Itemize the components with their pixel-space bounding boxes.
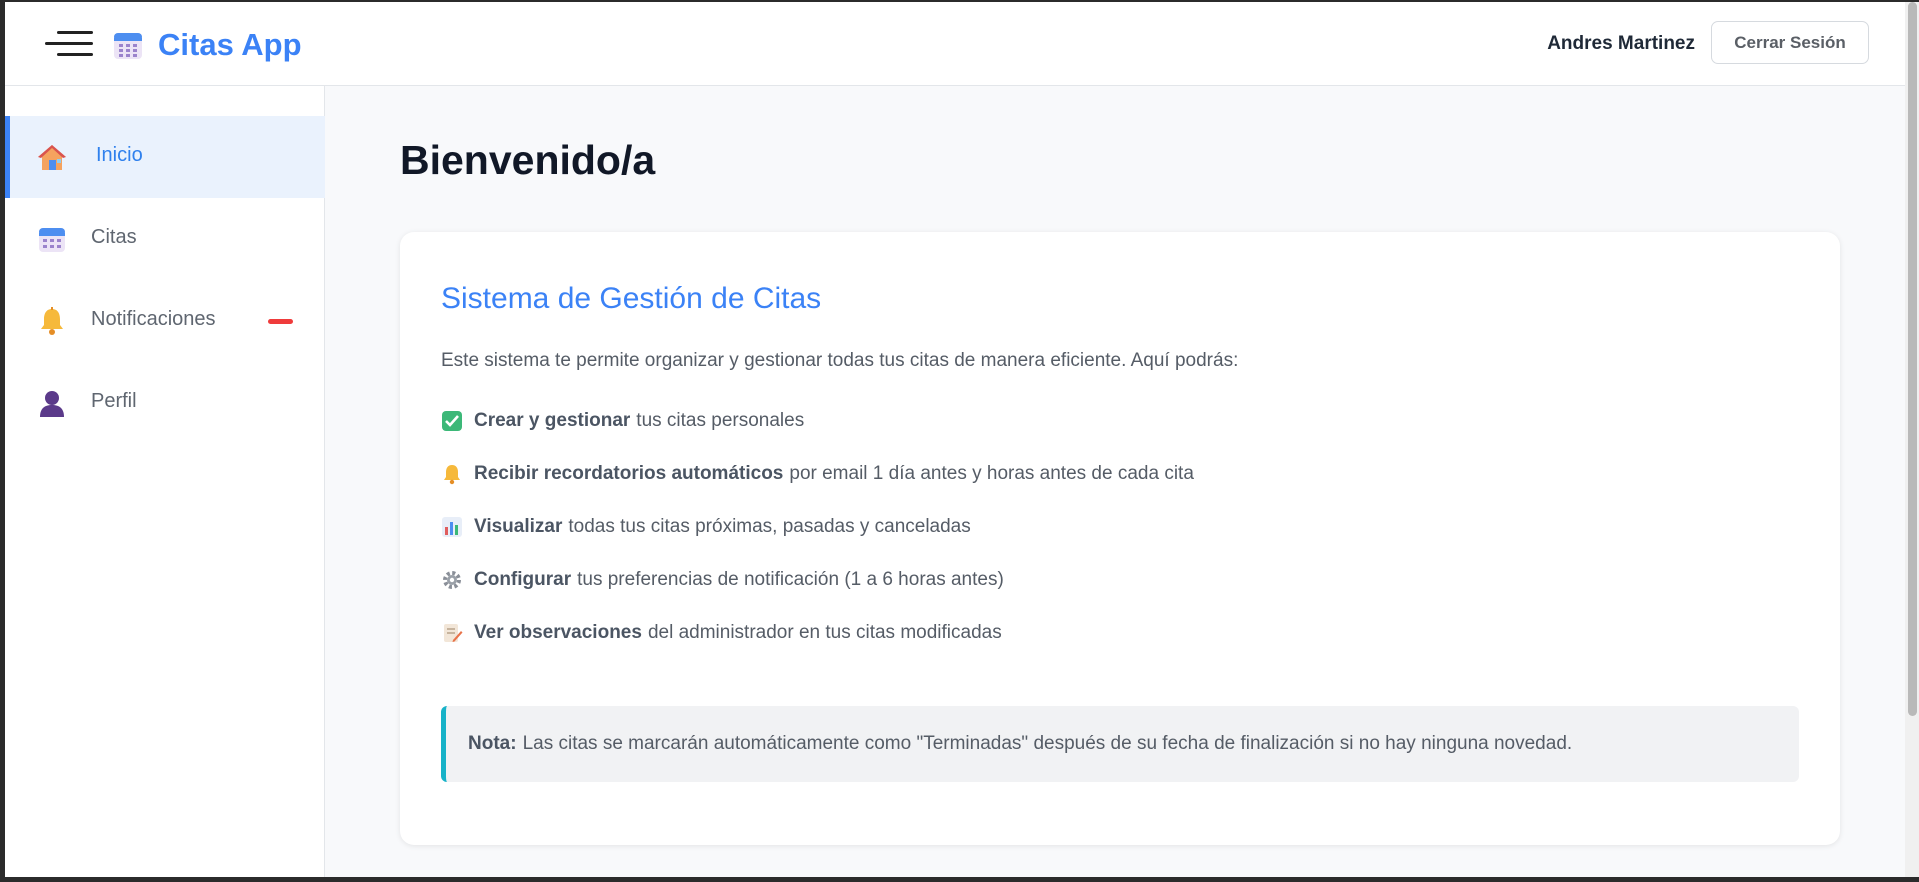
calendar-icon <box>39 228 65 252</box>
feature-item: Crear y gestionar tus citas personales <box>441 410 804 432</box>
sidebar-item-label: Perfil <box>91 390 137 412</box>
sidebar-item-notificaciones[interactable]: Notificaciones <box>5 280 325 362</box>
top-bar: Citas App Andres Martinez Cerrar Sesión <box>5 2 1905 86</box>
scrollbar[interactable] <box>1905 2 1919 877</box>
feature-item: Ver observaciones del administrador en t… <box>441 622 1002 644</box>
brand[interactable]: Citas App <box>112 27 302 63</box>
note-box: Nota: Las citas se marcarán automáticame… <box>441 706 1799 782</box>
feature-item: Configurar tus preferencias de notificac… <box>441 569 1004 591</box>
main-content: Bienvenido/a Sistema de Gestión de Citas… <box>325 86 1905 877</box>
menu-toggle-icon[interactable] <box>45 31 93 57</box>
app-title: Citas App <box>158 27 302 62</box>
sidebar-item-label: Inicio <box>96 144 143 166</box>
feature-text: tus citas personales <box>636 410 805 431</box>
app-window: Citas App Andres Martinez Cerrar Sesión … <box>0 0 1919 882</box>
page-title: Bienvenido/a <box>400 137 656 183</box>
bell-icon <box>444 465 460 485</box>
feature-bold: Recibir recordatorios automáticos <box>474 463 784 484</box>
feature-bold: Ver observaciones <box>474 622 642 643</box>
feature-item: Visualizar todas tus citas próximas, pas… <box>441 516 971 538</box>
memo-icon <box>444 624 463 642</box>
feature-text: todas tus citas próximas, pasadas y canc… <box>568 516 971 537</box>
feature-bold: Configurar <box>474 569 572 590</box>
note-label: Nota: <box>468 733 517 754</box>
feature-item: Recibir recordatorios automáticos por em… <box>441 463 1194 485</box>
feature-text: por email 1 día antes y horas antes de c… <box>789 463 1194 484</box>
feature-bold: Crear y gestionar <box>474 410 631 431</box>
info-card: Sistema de Gestión de Citas Este sistema… <box>400 232 1840 845</box>
calendar-icon <box>114 33 142 59</box>
feature-text: tus preferencias de notificación (1 a 6 … <box>577 569 1004 590</box>
sidebar-item-inicio[interactable]: Inicio <box>5 116 325 198</box>
sidebar-item-label: Notificaciones <box>91 308 216 330</box>
card-intro: Este sistema te permite organizar y gest… <box>441 350 1239 371</box>
bell-icon <box>41 307 63 335</box>
feature-bold: Visualizar <box>474 516 563 537</box>
logout-button[interactable]: Cerrar Sesión <box>1711 21 1869 64</box>
feature-text: del administrador en tus citas modificad… <box>647 622 1002 643</box>
chart-icon <box>442 517 462 537</box>
scrollbar-thumb[interactable] <box>1908 2 1917 716</box>
notification-badge <box>268 319 293 324</box>
sidebar-item-label: Citas <box>91 226 137 248</box>
card-title: Sistema de Gestión de Citas <box>441 282 822 315</box>
user-name: Andres Martinez <box>1547 33 1695 54</box>
user-icon <box>40 391 64 417</box>
check-icon <box>442 411 462 431</box>
gear-icon <box>443 571 461 589</box>
note-text: Las citas se marcarán automáticamente co… <box>522 733 1573 754</box>
sidebar-item-perfil[interactable]: Perfil <box>5 362 325 444</box>
sidebar-item-citas[interactable]: Citas <box>5 198 325 280</box>
sidebar: Inicio Citas Notificaciones Perfil <box>5 86 325 877</box>
home-icon <box>38 145 66 170</box>
